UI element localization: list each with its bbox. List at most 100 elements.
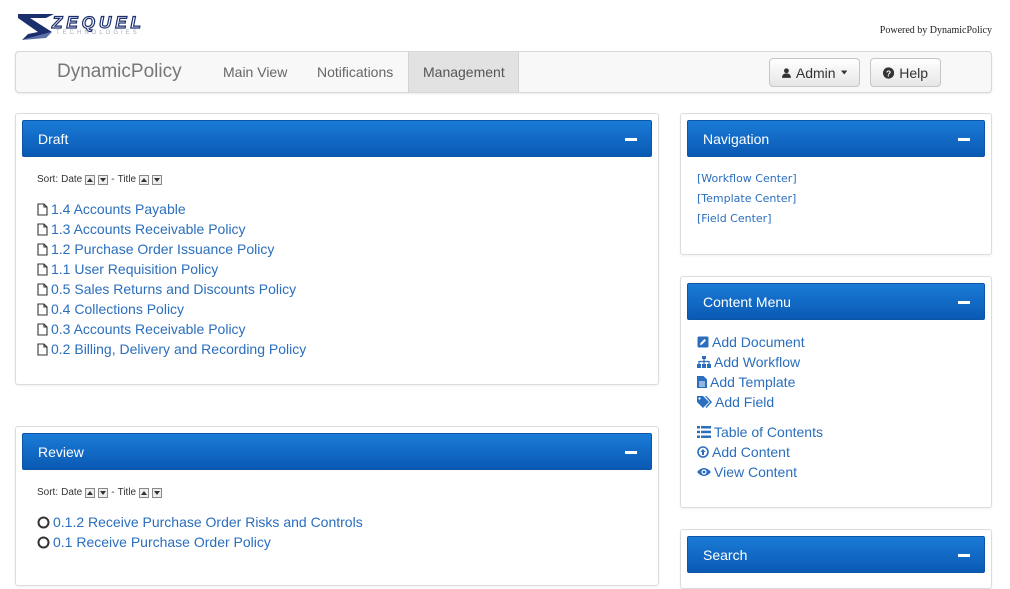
- list-item[interactable]: 0.4 Collections Policy: [37, 299, 306, 319]
- list-item[interactable]: 1.2 Purchase Order Issuance Policy: [37, 239, 306, 259]
- collapse-icon[interactable]: [958, 138, 970, 141]
- search-panel-title: Search: [703, 547, 748, 563]
- sort-date-label: Date: [61, 487, 83, 498]
- document-link[interactable]: 0.4 Collections Policy: [51, 299, 184, 319]
- document-link[interactable]: 1.4 Accounts Payable: [51, 199, 186, 219]
- list-item[interactable]: 0.5 Sales Returns and Discounts Policy: [37, 279, 306, 299]
- sort-date-label: Date: [61, 174, 83, 185]
- view-content-link[interactable]: View Content: [697, 462, 823, 482]
- circle-icon: [37, 516, 50, 528]
- review-panel-title: Review: [38, 444, 84, 460]
- document-link[interactable]: 0.2 Billing, Delivery and Recording Poli…: [51, 339, 306, 359]
- navbar-brand[interactable]: DynamicPolicy: [57, 61, 182, 83]
- sort-title-label: Title: [117, 174, 137, 185]
- menu-item-label: Add Content: [712, 444, 790, 460]
- collapse-icon[interactable]: [958, 554, 970, 557]
- table-of-contents-link[interactable]: Table of Contents: [697, 422, 823, 442]
- list-item[interactable]: 1.1 User Requisition Policy: [37, 259, 306, 279]
- powered-by-text: Powered by DynamicPolicy: [879, 25, 992, 36]
- search-panel-header: Search: [687, 536, 985, 573]
- sort-title-asc-icon[interactable]: [139, 487, 150, 498]
- caret-down-icon: [840, 70, 847, 75]
- file-icon: [37, 242, 48, 256]
- file-icon: [37, 342, 48, 356]
- draft-panel-title: Draft: [38, 131, 69, 147]
- nav-template-center-link[interactable]: [Template Center]: [697, 189, 797, 209]
- document-link[interactable]: 0.3 Accounts Receivable Policy: [51, 319, 246, 339]
- content-menu-panel: Content Menu Add Document Add Workflow A…: [680, 276, 992, 508]
- menu-item-label: View Content: [714, 464, 798, 480]
- navigation-link-list: [Workflow Center] [Template Center] [Fie…: [697, 169, 797, 229]
- review-panel: Review Sort: Date - Title 0.1.2 Receive …: [15, 426, 659, 586]
- add-field-link[interactable]: Add Field: [697, 392, 823, 412]
- user-icon: [782, 67, 791, 78]
- file-icon: [37, 202, 48, 216]
- help-button[interactable]: ? Help: [870, 58, 941, 87]
- menu-item-label: Add Field: [715, 394, 775, 410]
- collapse-icon[interactable]: [625, 138, 637, 141]
- sort-date-desc-icon[interactable]: [98, 174, 109, 185]
- sort-separator: -: [111, 174, 115, 185]
- review-panel-header: Review: [22, 433, 652, 470]
- menu-item-label: Add Template: [710, 374, 796, 390]
- sort-title-desc-icon[interactable]: [152, 174, 163, 185]
- content-menu-panel-title: Content Menu: [703, 294, 791, 310]
- sort-date-desc-icon[interactable]: [98, 487, 109, 498]
- main-navbar: DynamicPolicy Main View Notifications Ma…: [15, 51, 992, 93]
- admin-dropdown-button[interactable]: Admin: [769, 58, 860, 87]
- add-document-link[interactable]: Add Document: [697, 332, 823, 352]
- list-item[interactable]: 1.4 Accounts Payable: [37, 199, 306, 219]
- tags-icon: [697, 396, 712, 408]
- sort-date-asc-icon[interactable]: [85, 487, 96, 498]
- company-logo: ZEQUEL TECHNOLOGIES: [16, 10, 184, 42]
- file-icon: [37, 302, 48, 316]
- eye-icon: [697, 468, 711, 476]
- nav-field-center-link[interactable]: [Field Center]: [697, 209, 797, 229]
- file-icon: [37, 262, 48, 276]
- sort-date-asc-icon[interactable]: [85, 174, 96, 185]
- circle-icon: [37, 536, 50, 548]
- draft-document-list: 1.4 Accounts Payable 1.3 Accounts Receiv…: [37, 199, 306, 359]
- question-circle-icon: ?: [883, 66, 895, 79]
- svg-text:?: ?: [886, 68, 891, 78]
- search-panel: Search: [680, 529, 992, 589]
- document-link[interactable]: 0.1.2 Receive Purchase Order Risks and C…: [53, 512, 363, 532]
- document-link[interactable]: 1.1 User Requisition Policy: [51, 259, 218, 279]
- sort-title-label: Title: [117, 487, 137, 498]
- document-link[interactable]: 0.1 Receive Purchase Order Policy: [53, 532, 271, 552]
- collapse-icon[interactable]: [625, 451, 637, 454]
- document-link[interactable]: 1.3 Accounts Receivable Policy: [51, 219, 246, 239]
- file-icon: [37, 222, 48, 236]
- sort-separator: -: [111, 487, 115, 498]
- nav-workflow-center-link[interactable]: [Workflow Center]: [697, 169, 797, 189]
- review-document-list: 0.1.2 Receive Purchase Order Risks and C…: [37, 512, 363, 552]
- draft-panel-header: Draft: [22, 120, 652, 157]
- list-item[interactable]: 0.3 Accounts Receivable Policy: [37, 319, 306, 339]
- nav-main-view[interactable]: Main View: [209, 52, 301, 92]
- file-icon: [37, 322, 48, 336]
- add-content-link[interactable]: Add Content: [697, 442, 823, 462]
- list-item[interactable]: 0.1 Receive Purchase Order Policy: [37, 532, 363, 552]
- admin-label: Admin: [795, 64, 836, 81]
- list-icon: [697, 426, 711, 438]
- list-item[interactable]: 0.2 Billing, Delivery and Recording Poli…: [37, 339, 306, 359]
- sort-title-asc-icon[interactable]: [139, 174, 150, 185]
- menu-item-label: Add Workflow: [714, 354, 801, 370]
- document-link[interactable]: 0.5 Sales Returns and Discounts Policy: [51, 279, 296, 299]
- list-item[interactable]: 1.3 Accounts Receivable Policy: [37, 219, 306, 239]
- sort-title-desc-icon[interactable]: [152, 487, 163, 498]
- document-link[interactable]: 1.2 Purchase Order Issuance Policy: [51, 239, 274, 259]
- sort-label: Sort:: [37, 174, 59, 185]
- arrow-circle-up-icon: [697, 446, 709, 458]
- logo-subtitle: TECHNOLOGIES: [56, 30, 140, 36]
- collapse-icon[interactable]: [958, 301, 970, 304]
- add-workflow-link[interactable]: Add Workflow: [697, 352, 823, 372]
- list-item[interactable]: 0.1.2 Receive Purchase Order Risks and C…: [37, 512, 363, 532]
- sort-label: Sort:: [37, 487, 59, 498]
- add-template-link[interactable]: Add Template: [697, 372, 823, 392]
- nav-notifications[interactable]: Notifications: [303, 52, 407, 92]
- nav-management[interactable]: Management: [408, 52, 519, 92]
- menu-item-label: Table of Contents: [714, 424, 823, 440]
- review-sort-bar: Sort: Date - Title: [37, 487, 163, 498]
- top-bar: ZEQUEL TECHNOLOGIES Powered by DynamicPo…: [0, 0, 1010, 50]
